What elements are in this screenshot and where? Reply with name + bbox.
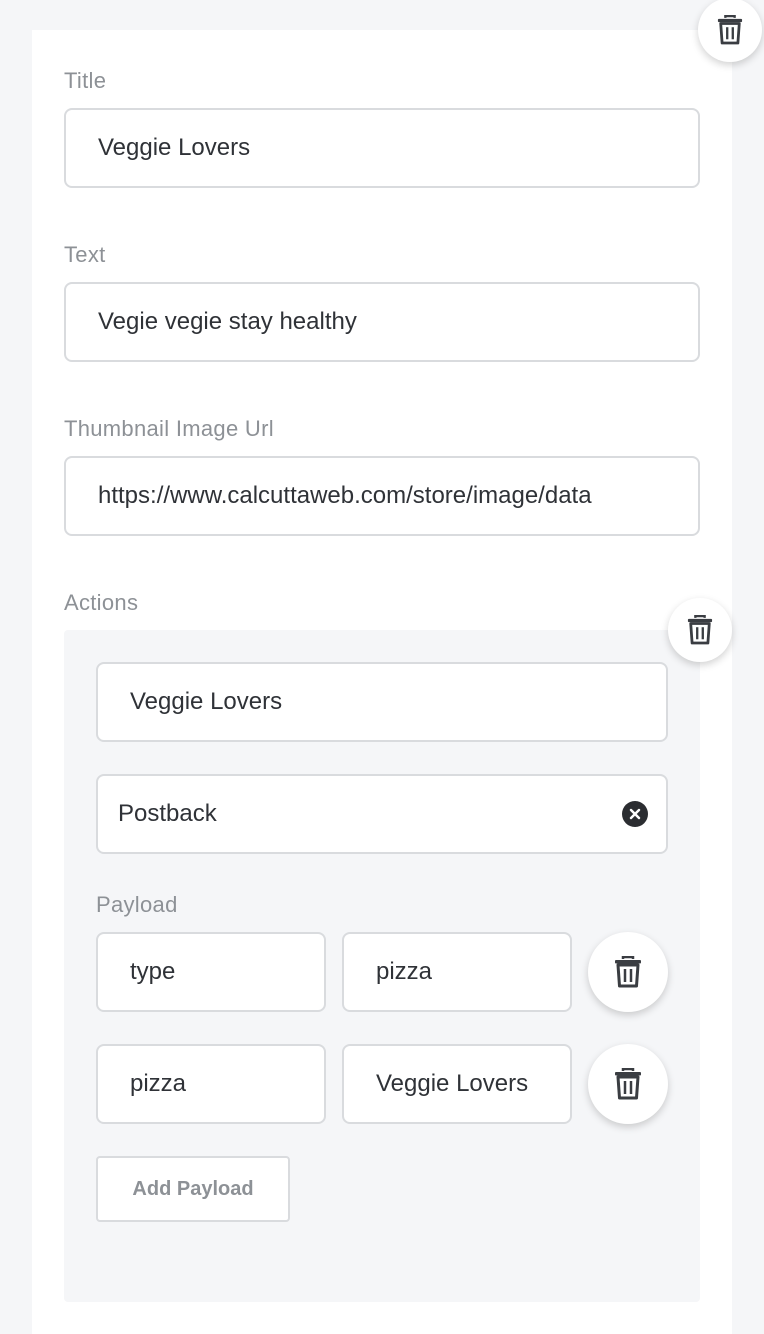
action-type-value: Postback <box>118 800 217 827</box>
text-input-value: Vegie vegie stay healthy <box>98 308 357 335</box>
delete-card-button[interactable] <box>698 0 762 62</box>
payload-label: Payload <box>96 892 178 917</box>
text-input[interactable]: Vegie vegie stay healthy <box>64 282 700 362</box>
thumbnail-label: Thumbnail Image Url <box>64 416 274 441</box>
trash-icon <box>687 615 713 645</box>
action-label-input[interactable]: Veggie Lovers <box>96 662 668 742</box>
trash-icon <box>615 956 641 988</box>
actions-label: Actions <box>64 590 139 615</box>
payload-key-value: pizza <box>130 1070 187 1097</box>
title-label: Title <box>64 68 107 93</box>
payload-key-value: type <box>130 958 176 985</box>
title-input[interactable]: Veggie Lovers <box>64 108 700 188</box>
action-type-select[interactable]: Postback <box>96 774 668 854</box>
text-label: Text <box>64 242 106 267</box>
trash-icon <box>615 1068 641 1100</box>
payload-value-input[interactable]: pizza <box>342 932 572 1012</box>
thumbnail-url-input[interactable]: https://www.calcuttaweb.com/store/image/… <box>64 456 700 536</box>
thumbnail-url-value: https://www.calcuttaweb.com/store/image/… <box>98 482 592 509</box>
payload-key-input[interactable]: type <box>96 932 326 1012</box>
payload-value-value: Veggie Lovers <box>376 1070 529 1097</box>
delete-payload-button[interactable] <box>588 1044 668 1124</box>
card-editor: Title Veggie Lovers Text Vegie vegie sta… <box>32 0 762 1334</box>
payload-value-input[interactable]: Veggie Lovers <box>342 1044 572 1124</box>
close-circle-icon[interactable] <box>622 801 648 827</box>
payload-key-input[interactable]: pizza <box>96 1044 326 1124</box>
payload-value-value: pizza <box>376 958 433 985</box>
action-panel: Veggie Lovers Postback Payload type pizz… <box>64 598 732 1302</box>
action-label-value: Veggie Lovers <box>130 688 283 715</box>
trash-icon <box>717 15 743 45</box>
delete-action-button[interactable] <box>668 598 732 662</box>
delete-payload-button[interactable] <box>588 932 668 1012</box>
add-payload-button[interactable]: Add Payload <box>96 1156 290 1222</box>
title-input-value: Veggie Lovers <box>98 134 251 161</box>
